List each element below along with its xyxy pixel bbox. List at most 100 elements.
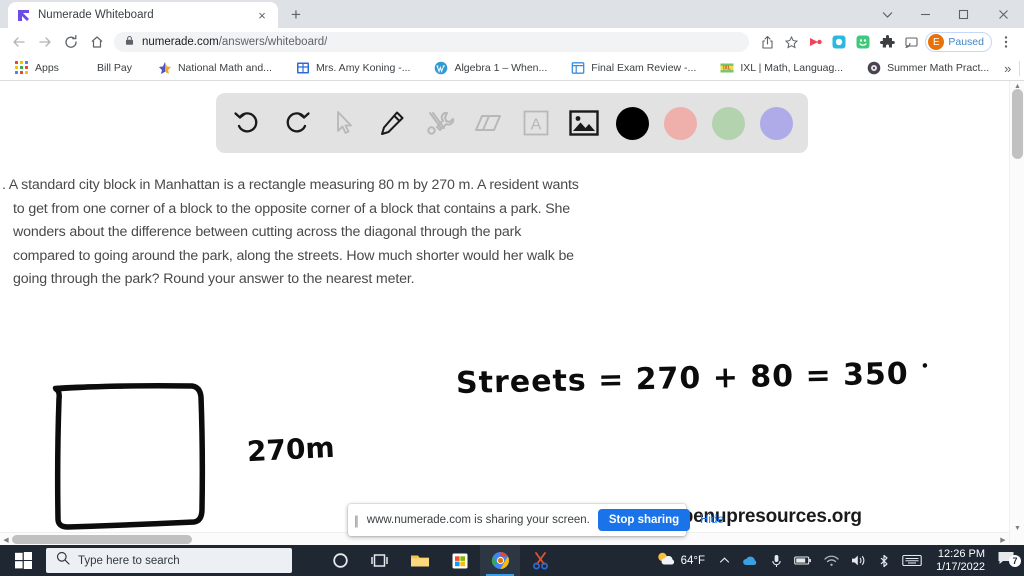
- puzzle-icon[interactable]: [875, 30, 899, 54]
- tab-search-chevron-down-icon[interactable]: [868, 0, 906, 28]
- cast-icon[interactable]: [899, 30, 923, 54]
- avatar: E: [928, 34, 945, 50]
- back-button[interactable]: [6, 29, 32, 55]
- bookmark-algebra-1[interactable]: Algebra 1 – When...: [427, 58, 554, 78]
- hide-button[interactable]: Hide: [698, 510, 726, 530]
- color-swatch-salmon[interactable]: [656, 99, 704, 147]
- apps-grid-icon: [15, 61, 29, 75]
- notification-center-button[interactable]: 7: [993, 550, 1024, 571]
- close-window-button[interactable]: [982, 0, 1024, 28]
- problem-line: to get from one corner of a block to the…: [13, 200, 571, 217]
- system-tray: 64°F 12:26 PM 1/17/2022 7: [648, 545, 1024, 576]
- address-bar[interactable]: numerade.com/answers/whiteboard/: [114, 32, 750, 52]
- bookmark-bill-pay[interactable]: Bill Pay: [90, 58, 139, 78]
- bookmark-national-math[interactable]: National Math and...: [151, 58, 279, 78]
- problem-line: wonders about the difference between cut…: [13, 224, 522, 240]
- reading-list-button[interactable]: Reading list: [1020, 61, 1024, 75]
- reload-button[interactable]: [58, 29, 84, 55]
- notification-count-badge: 7: [1009, 555, 1021, 567]
- drag-grip-icon[interactable]: ||: [354, 513, 359, 528]
- keyboard-icon[interactable]: [896, 545, 928, 576]
- swatch-color: [759, 106, 793, 140]
- vertical-scroll-thumb[interactable]: [1012, 89, 1023, 159]
- bookmark-label: Apps: [35, 62, 59, 74]
- toolbar-icons: E Paused: [755, 30, 1018, 54]
- record-dark-icon: [867, 61, 881, 75]
- bookmark-apps[interactable]: Apps: [8, 58, 66, 78]
- scroll-down-arrow-icon[interactable]: ▼: [1010, 523, 1024, 533]
- taskbar-clock[interactable]: 12:26 PM 1/17/2022: [928, 548, 993, 574]
- scroll-right-arrow-icon[interactable]: ▶: [997, 533, 1009, 545]
- taskbar-google-chrome[interactable]: [480, 545, 520, 576]
- problem-line: compared to going around the park, along…: [13, 247, 574, 264]
- redo-arrow-icon[interactable]: [272, 99, 320, 147]
- bluetooth-icon[interactable]: [872, 545, 896, 576]
- scroll-left-arrow-icon[interactable]: ◀: [0, 533, 12, 545]
- color-swatch-black[interactable]: [608, 99, 656, 147]
- search-icon: [56, 551, 70, 570]
- taskbar-microsoft-store[interactable]: [440, 545, 480, 576]
- new-tab-button[interactable]: +: [282, 2, 310, 28]
- maximize-button[interactable]: [944, 0, 982, 28]
- horizontal-scroll-thumb[interactable]: [12, 535, 192, 544]
- share-icon[interactable]: [755, 30, 779, 54]
- bookmark-final-exam-review[interactable]: Final Exam Review -...: [564, 58, 703, 78]
- minimize-button[interactable]: [906, 0, 944, 28]
- taskbar-task-view[interactable]: [360, 545, 400, 576]
- eraser-icon[interactable]: [464, 99, 512, 147]
- battery-icon[interactable]: [788, 545, 818, 576]
- taskbar-cortana[interactable]: [320, 545, 360, 576]
- stop-sharing-button[interactable]: Stop sharing: [597, 509, 691, 531]
- taskbar-search-input[interactable]: Type here to search: [46, 548, 292, 573]
- tab-strip: Numerade Whiteboard × +: [0, 0, 1024, 28]
- url-text: numerade.com/answers/whiteboard/: [142, 36, 327, 48]
- vertical-scrollbar[interactable]: ▲ ▼: [1009, 81, 1024, 545]
- swatch-color: [711, 106, 745, 140]
- image-icon[interactable]: [560, 99, 608, 147]
- undo-arrow-icon[interactable]: [224, 99, 272, 147]
- home-icon[interactable]: [84, 29, 110, 55]
- problem-statement: . A standard city block in Manhattan is …: [2, 174, 652, 292]
- whiteboard-toolbar: A: [216, 93, 808, 153]
- profile-badge[interactable]: E Paused: [925, 32, 992, 52]
- extension-red-icon[interactable]: [803, 30, 827, 54]
- url-path: /answers/whiteboard/: [218, 36, 328, 48]
- cursor-arrow-icon[interactable]: [320, 99, 368, 147]
- taskbar-weather[interactable]: 64°F: [648, 551, 713, 570]
- pencil-icon[interactable]: [368, 99, 416, 147]
- bookmark-label: Mrs. Amy Koning -...: [315, 62, 411, 74]
- extension-camera-icon[interactable]: [827, 30, 851, 54]
- wifi-icon[interactable]: [818, 545, 845, 576]
- windows-start-icon[interactable]: [0, 545, 46, 576]
- extension-green-icon[interactable]: [851, 30, 875, 54]
- chevron-up-icon[interactable]: [713, 545, 736, 576]
- bookmark-label: National Math and...: [177, 62, 272, 74]
- bookmark-ixl[interactable]: IXL IXL | Math, Languag...: [713, 58, 850, 78]
- color-swatch-sage-green[interactable]: [704, 99, 752, 147]
- swatch-color: [663, 106, 697, 140]
- problem-line: . A standard city block in Manhattan is …: [2, 177, 579, 193]
- forward-button[interactable]: [32, 29, 58, 55]
- tools-icon[interactable]: [416, 99, 464, 147]
- bookmark-star-icon[interactable]: [779, 30, 803, 54]
- share-message: www.numerade.com is sharing your screen.: [366, 514, 590, 526]
- three-dot-menu-icon[interactable]: [994, 30, 1018, 54]
- text-a-icon[interactable]: A: [512, 99, 560, 147]
- browser-toolbar: numerade.com/answers/whiteboard/ E Pause…: [0, 28, 1024, 56]
- close-icon[interactable]: ×: [254, 7, 270, 23]
- bookmark-label: Summer Math Pract...: [887, 62, 990, 74]
- onedrive-cloud-icon[interactable]: [736, 545, 765, 576]
- bookmarks-overflow-button[interactable]: »: [996, 61, 1019, 76]
- color-swatch-periwinkle[interactable]: [752, 99, 800, 147]
- microphone-icon[interactable]: [765, 545, 788, 576]
- windows-taskbar: Type here to search 64°F 12:26 PM 1/17/2…: [0, 545, 1024, 576]
- speaker-icon[interactable]: [845, 545, 872, 576]
- bookmark-summer-math[interactable]: Summer Math Pract...: [860, 58, 996, 78]
- taskbar-snipping-tool[interactable]: [520, 545, 560, 576]
- search-placeholder-text: Type here to search: [78, 554, 180, 567]
- numerade-logo-icon: [16, 8, 31, 23]
- bookmark-mrs-amy-koning[interactable]: Mrs. Amy Koning -...: [289, 58, 418, 78]
- weather-temperature: 64°F: [680, 554, 706, 567]
- taskbar-file-explorer[interactable]: [400, 545, 440, 576]
- tab-numerade-whiteboard[interactable]: Numerade Whiteboard ×: [8, 2, 278, 28]
